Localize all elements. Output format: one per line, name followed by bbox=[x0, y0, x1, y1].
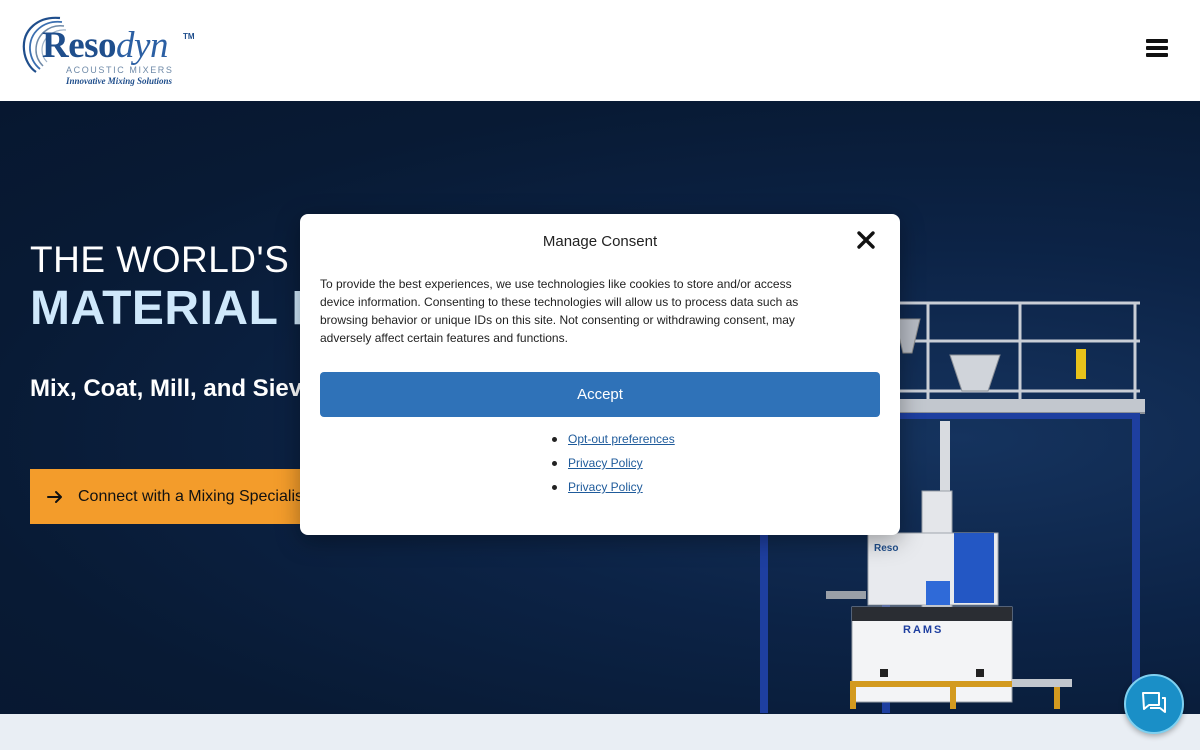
consent-body: To provide the best experiences, we use … bbox=[320, 277, 799, 345]
logo-subtitle: ACOUSTIC MIXERS bbox=[66, 65, 174, 75]
consent-dialog: Manage Consent To provide the best exper… bbox=[300, 214, 900, 535]
chat-launcher-button[interactable] bbox=[1124, 674, 1184, 734]
logo-wordmark: Resodyn bbox=[42, 25, 168, 66]
logo-trademark: TM bbox=[183, 32, 195, 41]
resodyn-logo[interactable]: Resodyn TM ACOUSTIC MIXERS Innovative Mi… bbox=[20, 14, 200, 88]
hero-heading-line1: THE WORLD'S M bbox=[30, 239, 332, 280]
site-header: Resodyn TM ACOUSTIC MIXERS Innovative Mi… bbox=[0, 0, 1200, 101]
arrow-right-icon bbox=[47, 490, 62, 503]
connect-specialist-button[interactable]: Connect with a Mixing Specialis bbox=[30, 469, 330, 524]
close-icon[interactable] bbox=[856, 230, 876, 250]
accept-button[interactable]: Accept bbox=[320, 372, 880, 417]
hero-heading-line2: MATERIAL P bbox=[30, 282, 324, 335]
privacy-policy-link[interactable]: Privacy Policy bbox=[568, 456, 643, 470]
machine-brand-label: Reso bbox=[874, 543, 898, 554]
list-item: Privacy Policy bbox=[552, 478, 675, 502]
privacy-policy-link-2[interactable]: Privacy Policy bbox=[568, 480, 643, 494]
list-item: Opt-out preferences bbox=[552, 430, 675, 454]
hamburger-menu-icon[interactable] bbox=[1144, 39, 1170, 61]
machine-base-label: RAMS bbox=[903, 624, 943, 636]
chat-icon bbox=[1142, 692, 1166, 713]
list-item: Privacy Policy bbox=[552, 454, 675, 478]
consent-links: Opt-out preferences Privacy Policy Priva… bbox=[552, 430, 675, 502]
opt-out-preferences-link[interactable]: Opt-out preferences bbox=[568, 432, 675, 446]
cta-label: Connect with a Mixing Specialis bbox=[78, 487, 303, 505]
logo-tagline: Innovative Mixing Solutions bbox=[66, 76, 173, 86]
consent-title: Manage Consent bbox=[542, 233, 658, 250]
next-section-edge bbox=[0, 714, 1200, 750]
